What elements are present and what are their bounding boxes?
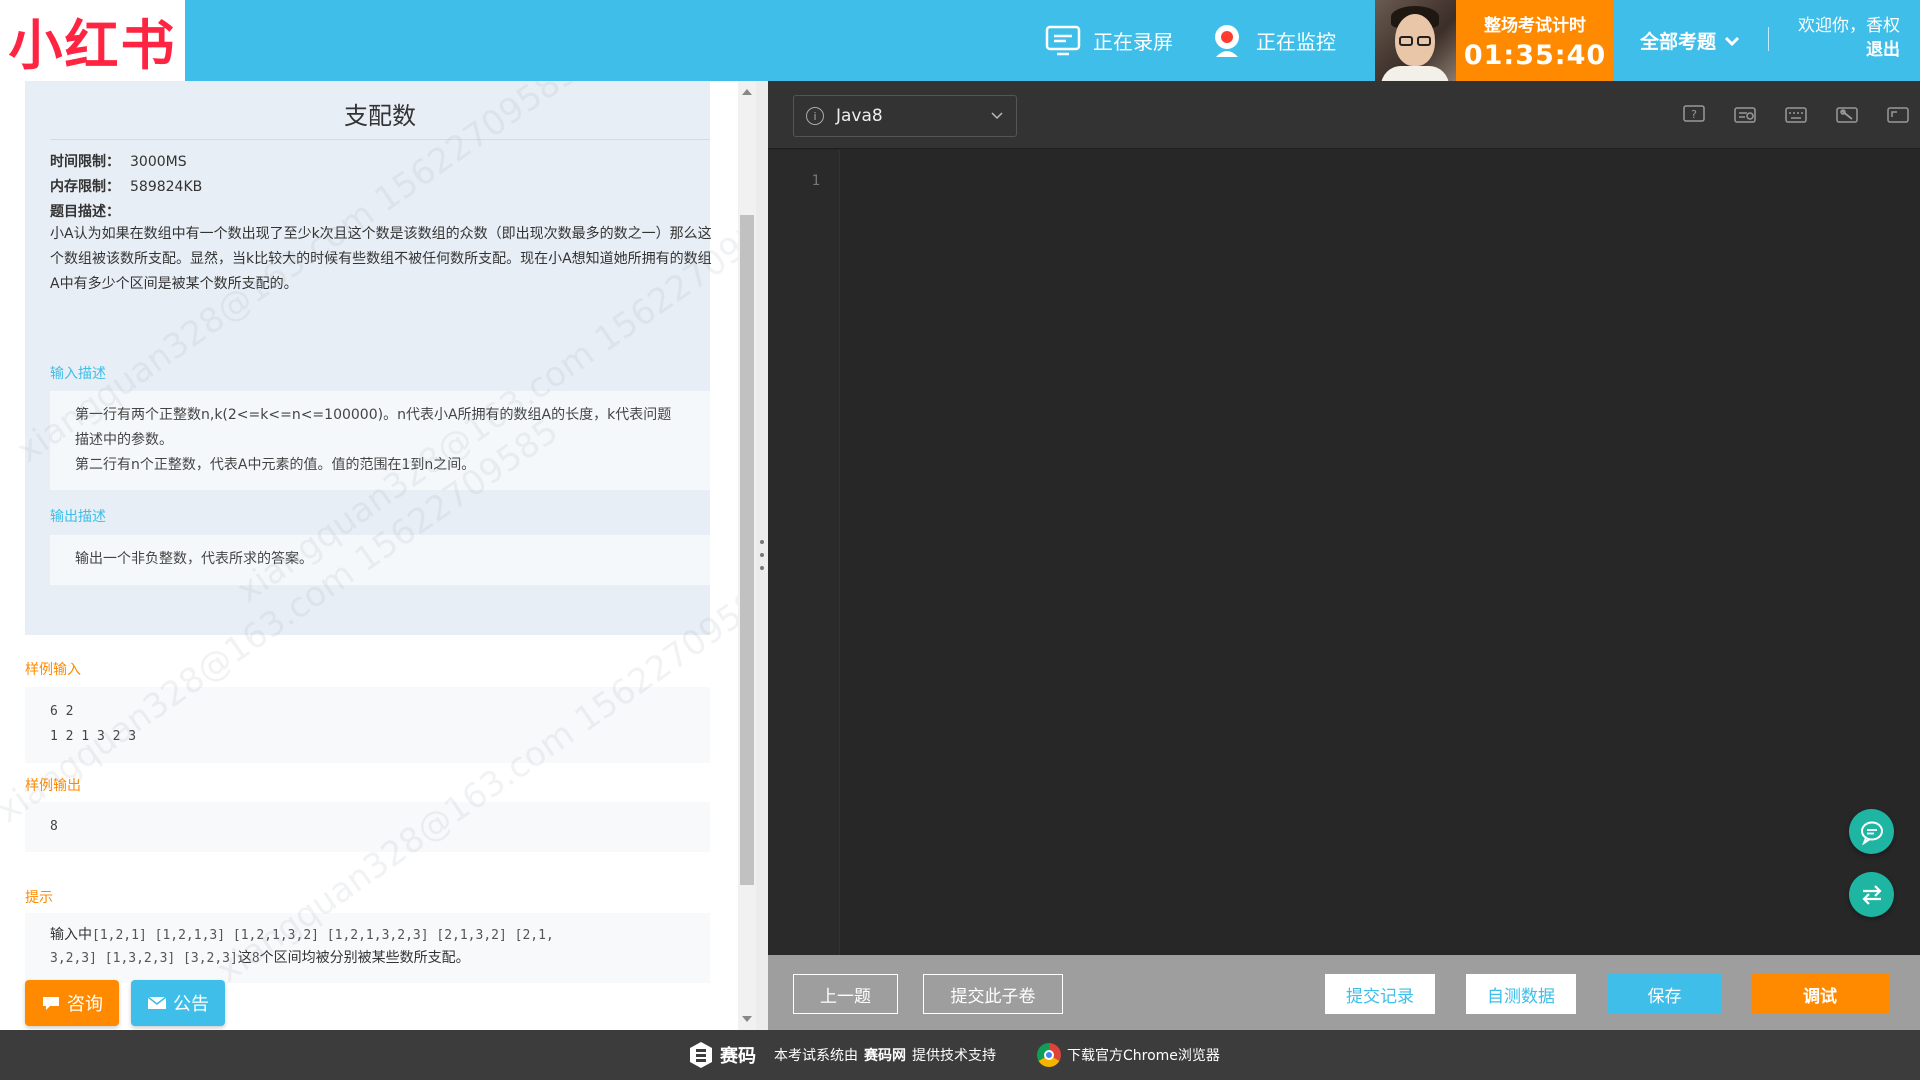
all-questions-dropdown[interactable]: 全部考题 (1640, 0, 1740, 81)
output-desc-label: 输出描述 (50, 509, 106, 525)
chat-bubble-icon (43, 997, 59, 1010)
code-input-area[interactable] (840, 150, 1920, 955)
chat-icon (1860, 821, 1883, 845)
sample-input-label: 样例输入 (25, 662, 81, 678)
fullscreen-icon[interactable] (1886, 103, 1910, 127)
time-limit: 时间限制： 3000MS (50, 154, 187, 170)
svg-text:?: ? (1691, 108, 1697, 121)
scroll-down-arrow (742, 1016, 752, 1022)
footer-brand: 赛码 (688, 1030, 756, 1080)
sample-output-value: 8 (50, 819, 58, 834)
scrollbar-thumb (740, 215, 754, 885)
keyboard-icon[interactable] (1784, 103, 1808, 127)
input-desc-line: 第二行有n个正整数，代表A中元素的值。值的范围在1到n之间。 (75, 457, 476, 473)
action-bar: 上一题 提交此子卷 提交记录 自测数据 保存 调试 (768, 955, 1920, 1030)
consult-button[interactable]: 咨询 (25, 980, 119, 1026)
code-editor: i Java8 ? 1 (768, 81, 1920, 955)
input-desc-box: 第一行有两个正整数n,k(2<=k<=n<=100000)。n代表小A所拥有的数… (50, 391, 710, 490)
chrome-icon (1037, 1043, 1061, 1067)
editor-toolbar: i Java8 ? (768, 81, 1920, 149)
settings-icon[interactable] (1835, 103, 1859, 127)
prev-question-button[interactable]: 上一题 (793, 974, 898, 1014)
envelope-icon (147, 996, 167, 1009)
footer-support-text: 本考试系统由 赛码网 提供技术支持 (774, 1048, 996, 1064)
recording-status: 正在录屏 (1045, 0, 1173, 81)
chevron-down-icon (990, 108, 1004, 128)
sample-output-box: 8 (25, 802, 710, 852)
line-number-gutter (768, 150, 840, 955)
download-chrome-link[interactable]: 下载官方Chrome浏览器 (1037, 1030, 1220, 1080)
swap-arrows-icon (1861, 884, 1882, 905)
exam-timer: 整场考试计时 01:35:40 (1456, 0, 1614, 81)
top-header: 小红书 正在录屏 正在监控 整场考试计时 01:35:40 全部考题 欢迎你，香… (0, 0, 1920, 81)
language-value: Java8 (836, 106, 883, 126)
output-desc-text: 输出一个非负整数，代表所求的答案。 (75, 551, 313, 567)
scroll-up-arrow (742, 89, 752, 95)
problem-scroll-area[interactable]: 支配数 时间限制： 3000MS 内存限制： 589824KB 题目描述： 小A认为… (0, 81, 738, 1030)
sample-input-box: 6 2 1 2 1 3 2 3 (25, 687, 710, 763)
sample-output-label: 样例输出 (25, 778, 81, 794)
chrome-label: 下载官方Chrome浏览器 (1067, 1048, 1220, 1064)
footer: 赛码 本考试系统由 赛码网 提供技术支持 下载官方Chrome浏览器 (0, 1030, 1920, 1080)
info-icon: i (806, 107, 824, 125)
problem-scrollbar[interactable] (738, 81, 756, 1030)
drag-handle-icon (760, 540, 764, 570)
memory-limit: 内存限制： 589824KB (50, 179, 203, 195)
problem-title: 支配数 (50, 96, 710, 140)
input-desc-label: 输入描述 (50, 366, 106, 382)
hint-box: 输入中[1,2,1] [1,2,1,3] [1,2,1,3,2] [1,2,1,… (25, 913, 710, 983)
screen-record-icon (1045, 25, 1081, 57)
self-test-button[interactable]: 自测数据 (1466, 974, 1576, 1014)
webcam-icon (1210, 23, 1244, 59)
timer-value: 01:35:40 (1463, 40, 1607, 71)
monitoring-label: 正在监控 (1256, 30, 1336, 54)
problem-panel: 支配数 时间限制： 3000MS 内存限制： 589824KB 题目描述： 小A认为… (0, 81, 756, 1030)
chat-float-button[interactable] (1849, 809, 1894, 854)
sample-input-line: 6 2 (50, 704, 74, 719)
timer-label: 整场考试计时 (1484, 16, 1586, 36)
chevron-down-icon (1724, 35, 1740, 47)
submit-history-button[interactable]: 提交记录 (1325, 974, 1435, 1014)
logout-link[interactable]: 退出 (1798, 38, 1900, 62)
recording-label: 正在录屏 (1093, 30, 1173, 54)
submit-paper-button[interactable]: 提交此子卷 (923, 974, 1063, 1014)
welcome-text: 欢迎你，香权 (1798, 16, 1900, 36)
panel-splitter[interactable] (756, 81, 768, 1030)
input-desc-line: 第一行有两个正整数n,k(2<=k<=n<=100000)。n代表小A所拥有的数… (75, 407, 672, 448)
help-icon[interactable]: ? (1682, 103, 1706, 127)
save-button[interactable]: 保存 (1608, 974, 1721, 1014)
reset-icon[interactable] (1733, 103, 1757, 127)
webcam-preview (1375, 0, 1456, 81)
all-questions-label: 全部考题 (1640, 31, 1717, 53)
user-welcome: 欢迎你，香权 退出 (1798, 14, 1900, 62)
output-desc-box: 输出一个非负整数，代表所求的答案。 (50, 535, 710, 585)
problem-description: 小A认为如果在数组中有一个数出现了至少k次且这个数是该数组的众数（即出现次数最多… (50, 226, 712, 292)
editor-tool-icons: ? (1655, 103, 1910, 127)
debug-button[interactable]: 调试 (1751, 974, 1889, 1014)
saima-logo-icon (690, 1042, 712, 1068)
problem-description-box: 支配数 时间限制： 3000MS 内存限制： 589824KB 题目描述： 小A认为… (25, 81, 712, 635)
notice-button[interactable]: 公告 (131, 980, 225, 1026)
logo-text: 小红书 (8, 14, 177, 77)
sample-input-line: 1 2 1 3 2 3 (50, 729, 137, 744)
line-number: 1 (811, 173, 820, 189)
description-label: 题目描述： (50, 204, 120, 220)
switch-float-button[interactable] (1849, 872, 1894, 917)
logo: 小红书 (0, 0, 185, 81)
hint-label: 提示 (25, 890, 53, 906)
monitoring-status: 正在监控 (1210, 0, 1336, 81)
language-select[interactable]: i Java8 (793, 95, 1017, 137)
header-divider (1768, 27, 1769, 51)
footer-brand-name: 赛码 (720, 1046, 756, 1067)
